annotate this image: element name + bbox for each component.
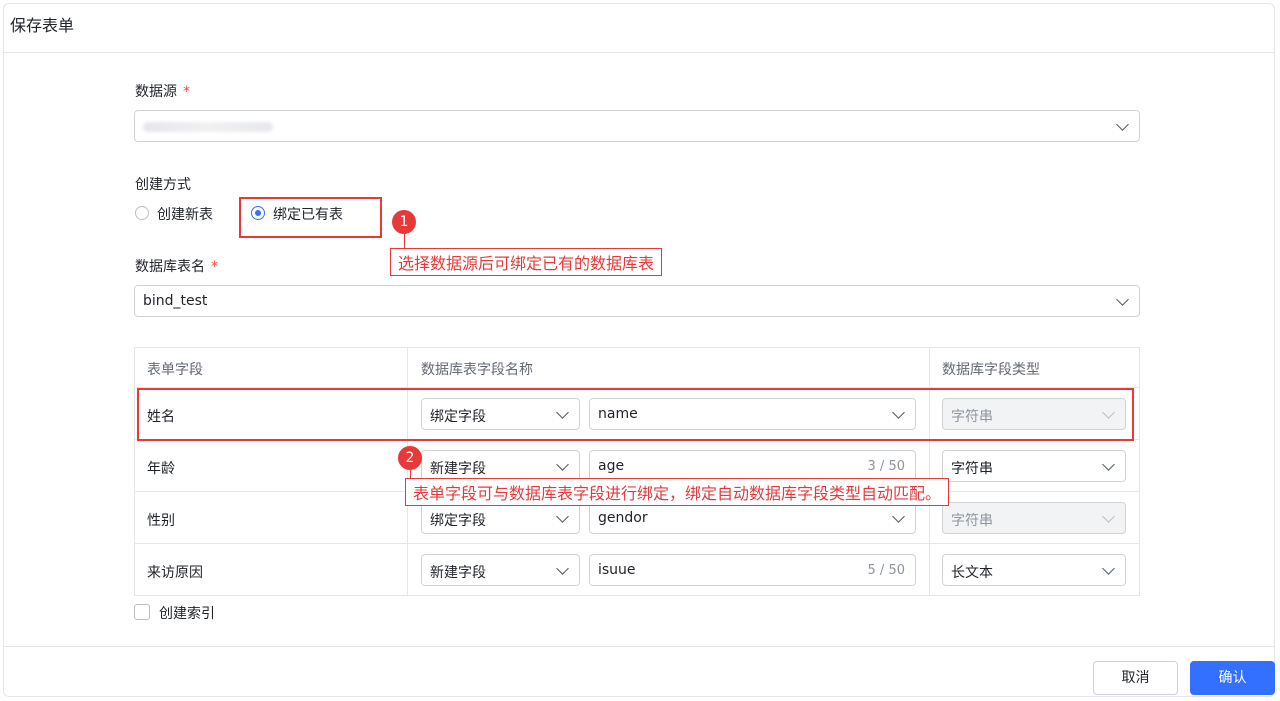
header-db-column: 数据库表字段名称 [421, 362, 533, 378]
chevron-down-icon [892, 510, 905, 523]
radio-create-new-label[interactable]: 创建新表 [157, 204, 213, 224]
radio-circle-icon[interactable] [135, 206, 149, 220]
field-mode-select[interactable]: 绑定字段 [421, 502, 580, 534]
required-mark: * [183, 84, 190, 100]
datasource-value-redacted [143, 122, 273, 132]
footer-divider [4, 646, 1274, 647]
required-mark: * [211, 259, 218, 275]
table-row [135, 440, 408, 492]
field-mode-value: 新建字段 [430, 461, 486, 477]
chevron-down-icon [1116, 293, 1129, 306]
annotation-highlight-1 [239, 197, 382, 238]
char-count: 3 / 50 [867, 459, 905, 474]
annotation-marker-1: 1 [392, 210, 416, 234]
chevron-down-icon [1102, 510, 1115, 523]
db-type-select[interactable]: 长文本 [942, 554, 1126, 586]
chevron-down-icon [556, 562, 569, 575]
db-table-select[interactable]: bind_test [134, 285, 1140, 317]
annotation-tooltip-1: 选择数据源后可绑定已有的数据库表 [390, 248, 663, 276]
row-field-name: 性别 [147, 513, 175, 529]
annotation-tooltip-2: 表单字段可与数据库表字段进行绑定，绑定自动数据库字段类型自动匹配。 [405, 478, 950, 506]
db-table-value: bind_test [143, 293, 208, 309]
db-type-value: 长文本 [951, 565, 993, 581]
row-field-name: 年龄 [147, 461, 175, 477]
db-column-input[interactable]: isuue 5 / 50 [589, 554, 916, 586]
datasource-label-text: 数据源 [135, 84, 177, 100]
db-type-select: 字符串 [942, 502, 1126, 534]
create-index-checkbox[interactable] [134, 604, 150, 620]
annotation-marker-2: 2 [398, 446, 422, 470]
chevron-down-icon [1102, 562, 1115, 575]
field-mode-select[interactable]: 新建字段 [421, 554, 580, 586]
db-table-label-text: 数据库表名 [135, 259, 205, 275]
db-table-label: 数据库表名 * [135, 256, 218, 276]
annotation-highlight-2 [137, 388, 1134, 441]
chevron-down-icon [556, 458, 569, 471]
chevron-down-icon [1116, 118, 1129, 131]
db-type-value: 字符串 [951, 513, 993, 529]
db-column-value: isuue [598, 562, 636, 578]
chevron-down-icon [556, 510, 569, 523]
field-mode-value: 新建字段 [430, 565, 486, 581]
table-row [135, 492, 408, 544]
header-divider [4, 52, 1274, 53]
chevron-down-icon [1102, 458, 1115, 471]
header-db-type: 数据库字段类型 [942, 362, 1040, 378]
annotation-stem-1 [404, 234, 405, 248]
db-column-value: gendor [598, 510, 648, 526]
dialog-title: 保存表单 [10, 16, 75, 35]
annotation-stem-2 [410, 470, 411, 478]
datasource-select[interactable] [134, 110, 1140, 142]
row-field-name: 来访原因 [147, 565, 203, 581]
cancel-button[interactable]: 取消 [1093, 661, 1178, 695]
db-type-value: 字符串 [951, 461, 993, 477]
datasource-label: 数据源 * [135, 81, 190, 101]
field-mode-value: 绑定字段 [430, 513, 486, 529]
db-type-select[interactable]: 字符串 [942, 450, 1126, 482]
db-column-value: age [598, 458, 625, 474]
db-column-select[interactable]: gendor [589, 502, 916, 534]
header-form-field: 表单字段 [147, 362, 203, 378]
char-count: 5 / 50 [867, 563, 905, 578]
field-mapping-table: 表单字段 数据库表字段名称 数据库字段类型 姓名 绑定字段 name 字符串 年… [134, 347, 1140, 596]
create-index-label[interactable]: 创建索引 [159, 603, 215, 623]
confirm-button[interactable]: 确认 [1190, 661, 1275, 695]
create-mode-label: 创建方式 [135, 177, 191, 193]
